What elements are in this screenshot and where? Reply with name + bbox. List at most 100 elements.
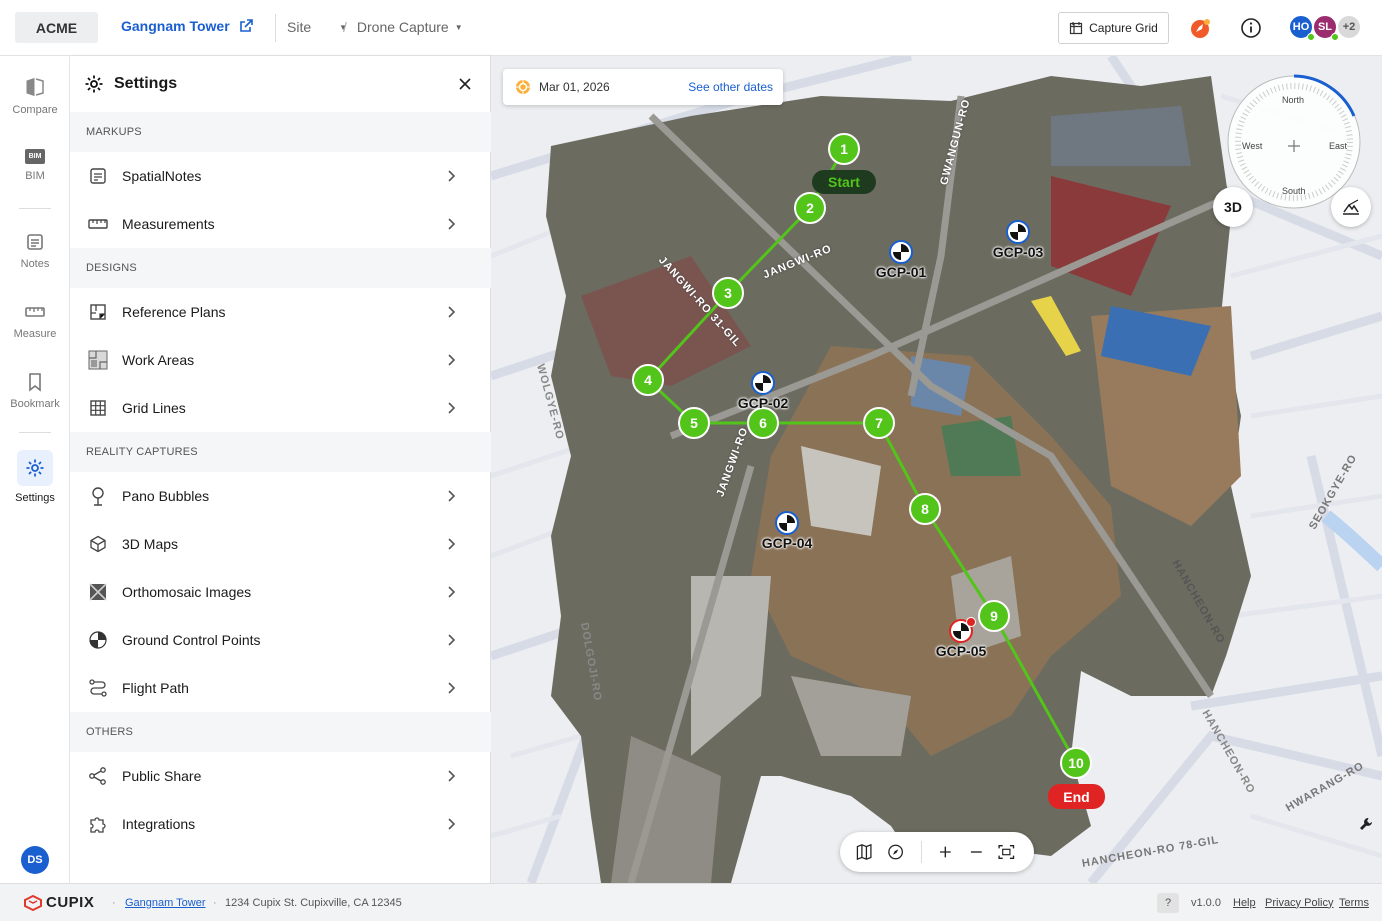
rail-item-settings[interactable]: Settings — [0, 450, 70, 504]
settings-item-label: Pano Bubbles — [122, 488, 210, 504]
rail-item-bim[interactable]: BIM BIM — [0, 149, 70, 182]
settings-item-grid-lines[interactable]: Grid Lines — [70, 384, 491, 432]
waypoint-marker[interactable]: 1 — [828, 133, 860, 165]
capture-date-selector[interactable]: Mar 01, 2026 See other dates — [503, 69, 783, 105]
gcp-marker[interactable]: GCP-04 — [757, 511, 817, 551]
waypoint-number: 1 — [840, 141, 848, 157]
settings-item-pano-bubbles[interactable]: Pano Bubbles — [70, 472, 491, 520]
waypoint-marker[interactable]: 3 — [712, 277, 744, 309]
waypoint-marker[interactable]: 8 — [909, 493, 941, 525]
rail-label: Bookmark — [10, 398, 60, 410]
fit-to-screen-icon[interactable] — [991, 842, 1022, 862]
capture-grid-label: Capture Grid — [1089, 21, 1158, 35]
left-rail: Compare BIM BIM Notes Measure Bookmark S… — [0, 56, 70, 883]
grid-calendar-icon — [1070, 22, 1083, 35]
rail-item-notes[interactable]: Notes — [0, 232, 70, 270]
divider — [19, 208, 51, 209]
settings-item-label: Reference Plans — [122, 304, 226, 320]
zoom-in-icon[interactable] — [930, 842, 961, 862]
site-selector[interactable]: Site ▼ — [287, 19, 347, 35]
help-question-button[interactable]: ? — [1157, 893, 1179, 913]
end-text: End — [1063, 788, 1090, 805]
settings-item-label: 3D Maps — [122, 536, 179, 552]
external-link-icon[interactable] — [238, 18, 254, 34]
org-logo[interactable]: ACME — [15, 12, 98, 43]
capture-grid-button[interactable]: Capture Grid — [1058, 12, 1169, 44]
rail-item-bookmark[interactable]: Bookmark — [0, 372, 70, 410]
rail-item-compare[interactable]: Compare — [0, 76, 70, 116]
cupix-logo-icon — [24, 894, 42, 911]
settings-item-3d-maps[interactable]: 3D Maps — [70, 520, 491, 568]
map-viewport[interactable]: 1 Start 2 3 4 5 6 7 8 9 10 End GCP-01 GC… — [491, 56, 1382, 883]
view-3d-button[interactable]: 3D — [1213, 187, 1253, 227]
project-name[interactable]: Gangnam Tower — [121, 18, 230, 34]
gcp-alert-dot — [966, 617, 976, 627]
notification-rocket-icon[interactable] — [1189, 16, 1213, 40]
flight-path-icon — [88, 678, 108, 698]
settings-item-measurements[interactable]: Measurements — [70, 200, 491, 248]
drone-capture-icon — [516, 80, 530, 94]
rail-label: Notes — [20, 258, 50, 270]
settings-item-integrations[interactable]: Integrations — [70, 800, 491, 848]
close-icon[interactable] — [457, 76, 473, 92]
settings-item-spatialnotes[interactable]: SpatialNotes — [70, 152, 491, 200]
rail-item-measure[interactable]: Measure — [0, 302, 70, 340]
gcp-icon — [88, 630, 108, 650]
end-label: End — [1048, 784, 1105, 809]
gcp-marker[interactable]: GCP-01 — [871, 240, 931, 280]
gcp-marker[interactable]: GCP-05 — [931, 617, 991, 659]
waypoint-marker[interactable]: 2 — [794, 192, 826, 224]
pin-icon — [88, 486, 108, 506]
settings-item-reference-plans[interactable]: Reference Plans — [70, 288, 491, 336]
privacy-policy-link[interactable]: Privacy Policy — [1265, 897, 1333, 909]
gcp-label: GCP-04 — [761, 535, 813, 551]
waypoint-marker[interactable]: 7 — [863, 407, 895, 439]
gcp-marker[interactable]: GCP-02 — [733, 371, 793, 411]
map-layers-icon[interactable] — [852, 842, 883, 862]
settings-item-label: Orthomosaic Images — [122, 584, 252, 600]
waypoint-number: 7 — [875, 415, 883, 431]
user-avatar[interactable]: DS — [21, 846, 49, 874]
info-icon[interactable] — [1239, 16, 1263, 40]
floor-plan-icon — [88, 302, 108, 322]
see-other-dates-link[interactable]: See other dates — [688, 80, 773, 94]
terrain-toggle-button[interactable] — [1331, 187, 1371, 227]
project-link[interactable]: Gangnam Tower — [121, 18, 254, 34]
start-label: Start — [812, 170, 876, 194]
more-users-badge[interactable]: +2 — [1336, 14, 1362, 40]
waypoint-marker[interactable]: 4 — [632, 364, 664, 396]
cube-icon — [88, 534, 108, 554]
waypoint-number: 2 — [806, 200, 814, 216]
avatar-initials: DS — [27, 854, 43, 866]
settings-item-ground-control-points[interactable]: Ground Control Points — [70, 616, 491, 664]
settings-item-work-areas[interactable]: Work Areas — [70, 336, 491, 384]
capture-label[interactable]: Drone Capture — [357, 19, 449, 35]
brand-name: CUPIX — [46, 894, 95, 911]
settings-item-public-share[interactable]: Public Share — [70, 752, 491, 800]
help-link[interactable]: Help — [1233, 897, 1256, 909]
capture-selector[interactable]: / Drone Capture ▼ — [343, 19, 463, 35]
waypoint-marker[interactable]: 6 — [747, 407, 779, 439]
zoom-out-icon[interactable] — [961, 842, 992, 862]
chevron-down-icon[interactable]: ▼ — [455, 23, 463, 32]
settings-item-flight-path[interactable]: Flight Path — [70, 664, 491, 712]
avatar-initials: SL — [1317, 21, 1333, 33]
footer-project-link[interactable]: Gangnam Tower — [125, 897, 206, 909]
share-icon — [88, 766, 108, 786]
gcp-label: GCP-05 — [935, 643, 987, 659]
gcp-marker[interactable]: GCP-03 — [988, 220, 1048, 260]
gcp-icon — [751, 371, 775, 395]
wrench-icon[interactable] — [1358, 816, 1374, 832]
site-label[interactable]: Site — [287, 19, 311, 35]
settings-item-orthomosaic-images[interactable]: Orthomosaic Images — [70, 568, 491, 616]
chevron-right-icon — [448, 490, 456, 502]
breadcrumb-separator: / — [343, 19, 347, 35]
terms-link[interactable]: Terms — [1339, 897, 1369, 909]
compass-reset-icon[interactable] — [883, 842, 914, 862]
waypoint-number: 9 — [990, 608, 998, 624]
cupix-logo[interactable]: CUPIX — [24, 894, 94, 911]
panel-header: Settings — [84, 74, 177, 94]
waypoint-marker[interactable]: 5 — [678, 407, 710, 439]
avatar-initials: HO — [1292, 21, 1310, 33]
waypoint-marker[interactable]: 10 — [1060, 747, 1092, 779]
